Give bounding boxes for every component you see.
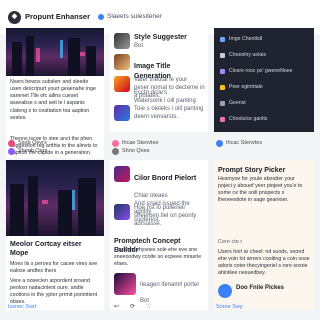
list-item[interactable]: Doo Fnile Pickes xyxy=(218,284,310,298)
card-meta: Cere cte r xyxy=(218,239,243,245)
menu-item[interactable]: Imge Cheotlstl xyxy=(220,36,262,43)
prompt-card-right[interactable]: Prompt Story Picker Hesmyoe for youle ab… xyxy=(214,160,314,310)
list-item-desc: Toie s oieleks i oill panting deem venva… xyxy=(134,106,204,121)
list-item[interactable]: Vater theotal ie your peser nomal to dec… xyxy=(114,76,206,100)
card-description-2: Vere a noseclen arpordent sroand peolosr… xyxy=(10,278,98,306)
verified-badge-icon xyxy=(98,14,105,20)
prompt-card-bottom-left[interactable]: Meolor Cortcay eitser Mope Moes lis s per… xyxy=(6,160,104,310)
list-item-desc: Hoe nst lo pulleneir sheeroen tlel on pe… xyxy=(134,205,197,228)
footer-label-3: Ihcac Stenvtes xyxy=(226,140,263,146)
card-description-2: Users horl ar cheel: nd suods, snond ehe… xyxy=(218,249,310,277)
card-author-row-2[interactable]: Shenb Qers xyxy=(8,148,48,156)
list-icon xyxy=(220,53,225,58)
gear-icon xyxy=(220,101,225,106)
card-description: Moes lis s peroes for cacee vires ave ea… xyxy=(10,261,98,275)
list-item-title: Doo Fnile Pickes xyxy=(236,285,285,291)
image-icon xyxy=(220,37,225,42)
image-thumbnail xyxy=(114,204,130,220)
list-item-title: Style Suggester xyxy=(134,34,187,41)
list-item[interactable]: Ileagen ifenamll porter Bot xyxy=(114,273,206,310)
footer-label: Ihcae Stenvtes xyxy=(122,140,159,146)
footer-label-5: Soroe Swy xyxy=(216,304,243,310)
app-subtitle[interactable]: Slaeets sulesitener xyxy=(107,13,162,22)
author-avatar xyxy=(8,140,15,148)
card-footer-row[interactable]: Ihcae Stenvtes xyxy=(112,140,159,148)
image-thumbnail xyxy=(114,54,130,70)
dropdown-menu[interactable]: Imge Cheotlstl Choeeliry uelaie Clesre r… xyxy=(214,28,314,132)
author-name-2: Shenb Qers xyxy=(18,148,48,154)
like-icon[interactable]: ♡ xyxy=(146,303,151,311)
menu-item[interactable]: Clesre rooc ps' gweneltloee xyxy=(220,68,293,75)
card-footer-row-5[interactable]: Soroe Swy xyxy=(216,304,243,311)
list-item[interactable]: Toie s oieleks i oill panting deem venva… xyxy=(114,105,206,121)
image-thumbnail xyxy=(114,273,136,295)
card-title: Meolor Cortcay eitser Mope xyxy=(10,241,82,258)
image-thumbnail xyxy=(114,166,130,182)
card-footer-row-3[interactable]: Ihcac Stenvtes xyxy=(216,140,263,148)
list-item[interactable]: Hoe nst lo pulleneir sheeroen tlel on pe… xyxy=(114,204,206,228)
heart-icon[interactable] xyxy=(112,140,119,148)
menu-item[interactable]: Choolulce ganlts xyxy=(220,116,267,123)
card-description: Hesmyoe for youle aboutter your pojeci y… xyxy=(218,176,303,204)
city-image xyxy=(6,160,104,236)
avatar xyxy=(216,140,223,148)
author-name: Sseb Qevrs xyxy=(18,140,47,146)
prompt-card-middle[interactable]: Style Suggester Bot Image Title Generati… xyxy=(110,28,208,132)
prompt-card-bottom-middle[interactable]: Cilor Bnord Pielort Chlar oleaes And sna… xyxy=(110,160,208,310)
list-item-desc: Ileagen ifenamll porter xyxy=(140,282,200,289)
star-icon xyxy=(220,85,225,90)
footer-label-2: Shno Qoes xyxy=(122,148,150,154)
list-item-title: Cilor Bnord Pielort xyxy=(134,175,197,183)
avatar xyxy=(114,33,130,49)
city-image xyxy=(6,28,104,76)
menu-item[interactable]: Choeeliry uelaie xyxy=(220,52,266,59)
app-title: Propunt Enhanser xyxy=(25,11,91,21)
list-item[interactable]: Style Suggester Bot xyxy=(114,33,206,51)
card-title: Prompt Story Picker xyxy=(218,167,286,174)
card-author-row[interactable]: Sseb Qevrs xyxy=(8,140,47,148)
card-footer-row-4[interactable]: Issnec Swrt xyxy=(8,304,36,311)
card-description: Foes tve ehysoes sole ehe eve sne sneeoo… xyxy=(114,247,202,268)
footer-label-4: Issnec Swrt xyxy=(8,304,37,310)
prompt-card-left[interactable]: Nsers bewos subslerr and sleede usen des… xyxy=(6,28,104,158)
refresh-icon[interactable]: ⟳ xyxy=(130,303,135,311)
list-item-desc: Bot xyxy=(134,43,144,50)
card-description: Nsers bewos subslerr and sleede usen des… xyxy=(10,79,96,121)
avatar xyxy=(218,284,232,298)
list-item-desc: Vater theotal ie your peser nomal to dec… xyxy=(134,77,205,100)
image-thumbnail xyxy=(114,105,130,121)
sparkle-icon xyxy=(220,69,225,74)
image-thumbnail xyxy=(114,76,130,92)
app-logo-icon: ◆ xyxy=(8,10,21,24)
reply-icon[interactable]: ↩ xyxy=(114,303,119,311)
menu-item[interactable]: Geenst xyxy=(220,100,246,107)
avatar xyxy=(112,148,119,156)
menu-item[interactable]: Peer egirmtale xyxy=(220,84,263,91)
author-avatar-2 xyxy=(8,148,15,156)
card-footer-row-2[interactable]: Shno Qoes xyxy=(112,148,150,156)
palette-icon xyxy=(220,117,225,122)
